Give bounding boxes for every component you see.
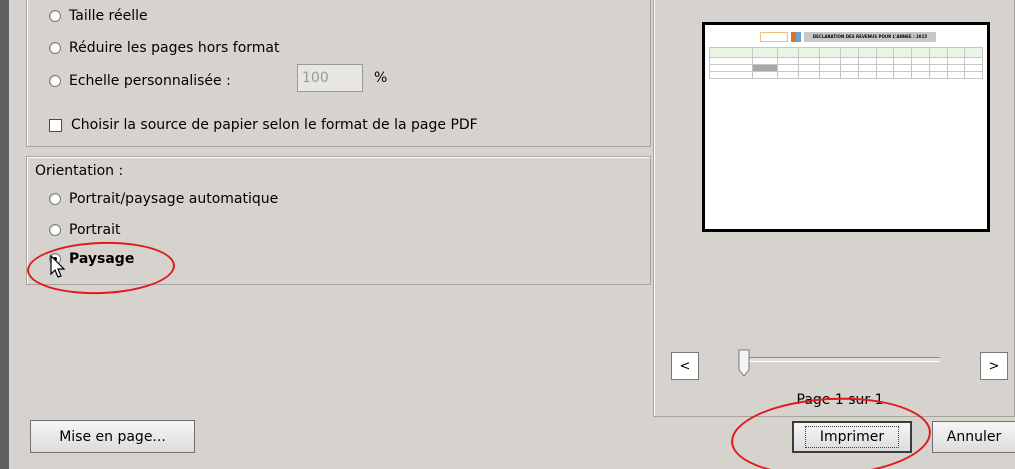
custom-scale-radio[interactable] <box>49 75 61 87</box>
preview-doc-title: DECLARATION DES REVENUS POUR L'ANNEE : 2… <box>804 32 936 42</box>
cancel-button[interactable]: Annuler <box>932 421 1015 453</box>
page-preview: DECLARATION DES REVENUS POUR L'ANNEE : 2… <box>702 22 990 232</box>
preview-logo-icon <box>791 32 801 42</box>
page-setup-button[interactable]: Mise en page... <box>30 420 195 453</box>
window-edge <box>0 0 9 469</box>
shrink-oversized-radio[interactable] <box>49 42 61 54</box>
percent-sign: % <box>374 70 388 86</box>
orientation-group-label: Orientation : <box>35 163 124 179</box>
table-row <box>709 47 983 58</box>
orientation-portrait-label: Portrait <box>69 222 121 238</box>
mouse-pointer-icon <box>50 255 66 278</box>
print-dialog: Taille réelle Réduire les pages hors for… <box>0 0 1015 469</box>
page-slider-track[interactable] <box>742 357 940 362</box>
table-row <box>709 64 983 72</box>
orientation-portrait-option[interactable]: Portrait <box>49 219 120 241</box>
actual-size-option[interactable]: Taille réelle <box>49 5 148 27</box>
preview-table <box>709 47 983 79</box>
preview-doc-header: DECLARATION DES REVENUS POUR L'ANNEE : 2… <box>760 31 936 43</box>
actual-size-label: Taille réelle <box>69 8 148 24</box>
previous-page-button[interactable]: < <box>671 352 699 380</box>
orientation-auto-radio[interactable] <box>49 193 61 205</box>
actual-size-radio[interactable] <box>49 10 61 22</box>
table-row <box>709 57 983 65</box>
orientation-portrait-radio[interactable] <box>49 224 61 236</box>
custom-scale-label: Echelle personnalisée : <box>69 73 231 89</box>
preview-logo <box>760 32 788 42</box>
next-page-button[interactable]: > <box>980 352 1008 380</box>
orientation-auto-label: Portrait/paysage automatique <box>69 191 279 207</box>
shrink-oversized-option[interactable]: Réduire les pages hors format <box>49 37 279 59</box>
paper-source-label: Choisir la source de papier selon le for… <box>71 117 478 133</box>
custom-scale-input[interactable] <box>297 64 363 92</box>
page-slider-thumb[interactable] <box>738 349 750 377</box>
custom-scale-option[interactable]: Echelle personnalisée : <box>49 70 231 92</box>
shrink-oversized-label: Réduire les pages hors format <box>69 40 280 56</box>
table-row <box>709 71 983 79</box>
paper-source-option[interactable]: Choisir la source de papier selon le for… <box>49 114 478 136</box>
orientation-auto-option[interactable]: Portrait/paysage automatique <box>49 188 278 210</box>
paper-source-checkbox[interactable] <box>49 118 62 132</box>
